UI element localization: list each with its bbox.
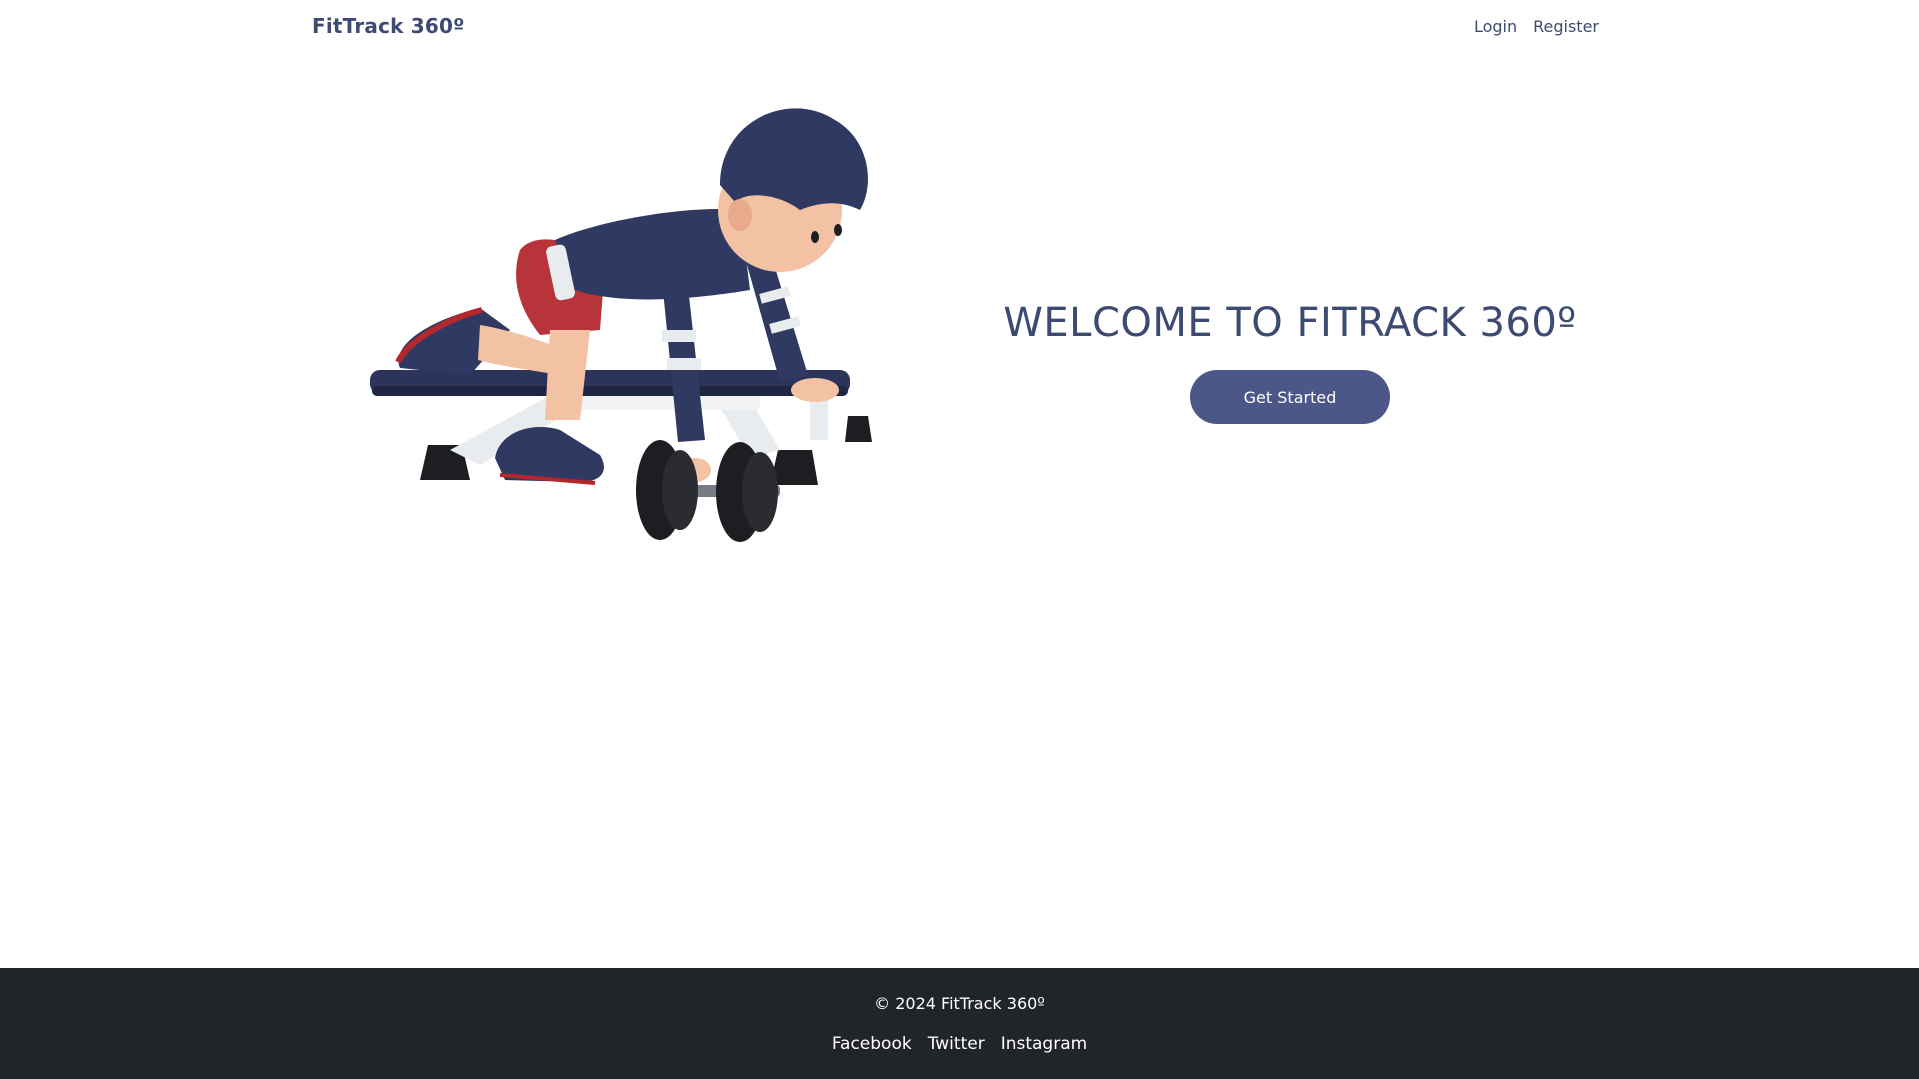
twitter-link[interactable]: Twitter — [928, 1034, 985, 1054]
hero-title: WELCOME TO FITRACK 360º — [1003, 300, 1577, 346]
navbar: FitTrack 360º Login Register — [0, 0, 1919, 56]
facebook-link[interactable]: Facebook — [832, 1034, 912, 1054]
copyright-text: © 2024 FitTrack 360º — [874, 994, 1045, 1013]
footer: © 2024 FitTrack 360º Facebook Twitter In… — [0, 968, 1919, 1079]
hero-illustration — [360, 90, 890, 570]
instagram-link[interactable]: Instagram — [1001, 1034, 1088, 1054]
register-link[interactable]: Register — [1533, 17, 1599, 36]
workout-person-illustration — [370, 108, 872, 542]
hero-section: WELCOME TO FITRACK 360º Get Started — [1000, 300, 1580, 424]
social-links: Facebook Twitter Instagram — [0, 1034, 1919, 1054]
login-link[interactable]: Login — [1474, 17, 1517, 36]
get-started-button[interactable]: Get Started — [1190, 370, 1390, 424]
brand-logo[interactable]: FitTrack 360º — [312, 14, 465, 38]
nav-links: Login Register — [1474, 17, 1599, 36]
